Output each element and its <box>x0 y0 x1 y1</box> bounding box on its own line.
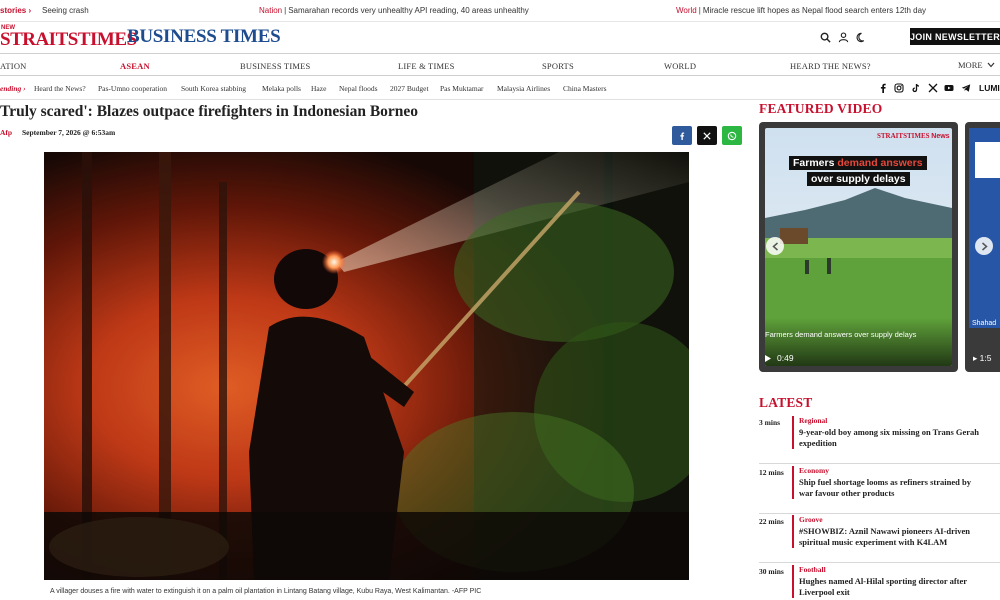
latest-headline-cont[interactable]: Liverpool exit <box>799 587 1000 598</box>
ticker-item[interactable]: World | Miracle rescue lift hopes as Nepal… <box>676 6 926 15</box>
article-author[interactable]: Afp <box>0 128 12 137</box>
latest-category[interactable]: Football <box>799 565 1000 574</box>
latest-category[interactable]: Groove <box>799 515 1000 524</box>
latest-category[interactable]: Regional <box>799 416 1000 425</box>
ticker-label: stories › <box>0 6 32 15</box>
video-caption: Shahad <box>972 320 997 327</box>
nav-item-asean[interactable]: ASEAN <box>120 61 150 71</box>
trending-item[interactable]: Malaysia Airlines <box>497 84 550 93</box>
chevron-down-icon <box>987 62 995 68</box>
latest-headline-cont[interactable]: war favour other products <box>799 488 1000 499</box>
article-hero-image <box>44 152 689 580</box>
hero-image-caption: A villager douses a fire with water to e… <box>50 588 482 595</box>
breaking-ticker: stories › Seeing crash Nation | Samarahan … <box>0 0 1000 22</box>
nst-logo[interactable]: NEW STRAITSTIMES <box>0 25 137 50</box>
tiktok-icon[interactable] <box>911 83 921 93</box>
user-icon[interactable] <box>836 30 850 44</box>
trending-bar: ending › Heard the News? Pas-Umno cooper… <box>0 76 1000 100</box>
latest-headline[interactable]: #SHOWBIZ: Aznil Nawawi pioneers AI-drive… <box>799 526 1000 537</box>
latest-time: 12 mins <box>759 468 784 477</box>
trending-item[interactable]: Melaka polls <box>262 84 301 93</box>
trending-item[interactable]: South Korea stabbing <box>181 84 246 93</box>
latest-category[interactable]: Economy <box>799 466 1000 475</box>
latest-item[interactable]: 22 mins Groove #SHOWBIZ: Aznil Nawawi pi… <box>759 515 1000 563</box>
nav-item-sports[interactable]: SPORTS <box>542 61 574 71</box>
carousel-next-button[interactable] <box>975 237 993 255</box>
nav-item-life-times[interactable]: LIFE & TIMES <box>398 61 455 71</box>
share-x-button[interactable] <box>697 126 717 145</box>
main-nav: ATION ASEAN BUSINESS TIMES LIFE & TIMES … <box>0 54 1000 76</box>
nav-more-label: MORE <box>958 60 983 70</box>
featured-video-card[interactable]: STRAITSTIMES News Farmers demand answers… <box>759 122 958 372</box>
video-duration: 0:49 <box>765 353 794 363</box>
latest-headline-cont[interactable]: expedition <box>799 438 1000 449</box>
latest-headline[interactable]: Ship fuel shortage looms as refiners str… <box>799 477 1000 488</box>
chevron-right-icon <box>981 241 988 251</box>
business-times-logo[interactable]: BUSINESS TIMES <box>127 26 281 48</box>
instagram-icon[interactable] <box>894 83 904 93</box>
latest-time: 22 mins <box>759 517 784 526</box>
latest-headline[interactable]: 9-year-old boy among six missing on Tran… <box>799 427 1000 438</box>
video-duration: ▸ 1:5 <box>973 353 992 363</box>
lumi-link[interactable]: LUMI <box>979 83 1000 93</box>
nav-item-heard-the-news[interactable]: HEARD THE NEWS? <box>790 61 871 71</box>
trending-item[interactable]: Nepal floods <box>339 84 378 93</box>
trending-item[interactable]: Haze <box>311 84 326 93</box>
nav-more-menu[interactable]: MORE <box>958 60 995 70</box>
latest-time: 3 mins <box>759 418 781 427</box>
video-caption[interactable]: Farmers demand answers over supply delay… <box>765 330 916 339</box>
trending-label: ending › <box>0 84 26 93</box>
article-headline: Truly scared': Blazes outpace firefighte… <box>0 103 419 120</box>
x-twitter-icon[interactable] <box>928 83 938 93</box>
youtube-icon[interactable] <box>944 83 954 93</box>
latest-headline-cont[interactable]: spiritual music experiment with K4LAM <box>799 537 1000 548</box>
search-icon[interactable] <box>818 30 832 44</box>
masthead: NEW STRAITSTIMES BUSINESS TIMES JOIN NEW… <box>0 22 1000 54</box>
video-headline-line-1: Farmers demand answers <box>789 156 927 170</box>
share-facebook-button[interactable] <box>672 126 692 145</box>
latest-time: 30 mins <box>759 567 784 576</box>
facebook-icon[interactable] <box>878 83 888 93</box>
whatsapp-icon <box>727 131 737 140</box>
trending-item[interactable]: 2027 Budget <box>390 84 429 93</box>
trending-item[interactable]: Pas Muktamar <box>440 84 484 93</box>
latest-item[interactable]: 12 mins Economy Ship fuel shortage looms… <box>759 466 1000 514</box>
share-whatsapp-button[interactable] <box>722 126 742 145</box>
trending-item[interactable]: Pas-Umno cooperation <box>98 84 167 93</box>
carousel-prev-button[interactable] <box>766 237 784 255</box>
latest-item[interactable]: 3 mins Regional 9-year-old boy among six… <box>759 416 1000 464</box>
ticker-item[interactable]: Nation | Samarahan records very unhealthy … <box>259 6 529 15</box>
nav-item-world[interactable]: WORLD <box>664 61 696 71</box>
telegram-icon[interactable] <box>961 83 971 93</box>
chevron-left-icon <box>771 241 778 251</box>
article-byline: Afp September 7, 2026 @ 6:53am <box>0 128 115 137</box>
x-twitter-icon <box>703 131 711 140</box>
trending-item[interactable]: Heard the News? <box>34 84 86 93</box>
join-newsletter-button[interactable]: JOIN NEWSLETTER <box>910 28 1000 45</box>
ticker-item[interactable]: Seeing crash <box>42 6 89 15</box>
video-channel-logo: STRAITSTIMES News <box>877 132 950 140</box>
latest-title: LATEST <box>759 395 813 410</box>
nav-item-business-times[interactable]: BUSINESS TIMES <box>240 61 310 71</box>
article-date: September 7, 2026 @ 6:53am <box>21 128 116 137</box>
facebook-icon <box>680 132 685 140</box>
dark-mode-moon-icon[interactable] <box>854 30 868 44</box>
latest-headline[interactable]: Hughes named Al-Hilal sporting director … <box>799 576 1000 587</box>
video-headline-line-2: over supply delays <box>807 172 910 186</box>
nav-item-nation[interactable]: ATION <box>0 61 27 71</box>
featured-video-title: FEATURED VIDEO <box>759 101 883 116</box>
play-icon[interactable] <box>765 354 771 362</box>
latest-item[interactable]: 30 mins Football Hughes named Al-Hilal s… <box>759 565 1000 600</box>
trending-item[interactable]: China Masters <box>563 84 607 93</box>
